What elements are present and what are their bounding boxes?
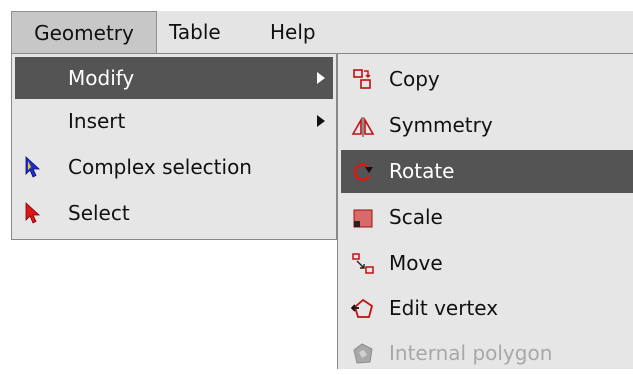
submenu-item-scale-label: Scale [389, 205, 443, 229]
submenu-item-rotate-label: Rotate [389, 159, 455, 183]
submenu-item-edit-vertex-label: Edit vertex [389, 296, 499, 320]
menu-item-complex-selection-label: Complex selection [68, 155, 252, 179]
menu-item-insert-label: Insert [68, 109, 126, 133]
menu-item-modify-label: Modify [68, 66, 135, 90]
submenu-arrow-icon [317, 115, 325, 127]
menu-table[interactable]: Table [169, 11, 259, 53]
geometry-dropdown: Modify Insert Complex selection Select [11, 53, 337, 240]
menu-help[interactable]: Help [270, 11, 330, 53]
menu-table-label: Table [169, 20, 221, 44]
menu-geometry[interactable]: Geometry [11, 11, 157, 53]
submenu-item-edit-vertex[interactable]: Edit vertex [341, 287, 633, 330]
menu-item-select[interactable]: Select [15, 192, 333, 234]
red-cursor-icon [25, 202, 41, 224]
copy-icon [353, 69, 371, 89]
internal-polygon-icon [353, 343, 373, 364]
submenu-arrow-icon [317, 72, 325, 84]
menu-item-select-label: Select [68, 201, 130, 225]
submenu-item-scale[interactable]: Scale [341, 196, 633, 239]
menu-geometry-label: Geometry [34, 20, 134, 45]
submenu-item-rotate[interactable]: Rotate [341, 150, 633, 193]
menu-bar: Geometry Table Help [11, 11, 633, 53]
submenu-item-copy[interactable]: Copy [341, 58, 633, 101]
blue-yellow-cursor-icon [25, 156, 41, 178]
menu-item-insert[interactable]: Insert [15, 100, 333, 142]
menu-item-modify[interactable]: Modify [15, 57, 333, 99]
submenu-item-symmetry-label: Symmetry [389, 113, 493, 137]
edit-vertex-icon [351, 298, 374, 318]
submenu-item-move-label: Move [389, 251, 443, 275]
scale-icon [353, 209, 373, 228]
submenu-item-copy-label: Copy [389, 67, 440, 91]
submenu-item-symmetry[interactable]: Symmetry [341, 104, 633, 147]
menu-item-complex-selection[interactable]: Complex selection [15, 146, 333, 188]
move-icon [352, 253, 374, 274]
rotate-icon [353, 163, 373, 181]
symmetry-icon [351, 116, 375, 137]
submenu-item-move[interactable]: Move [341, 242, 633, 285]
modify-submenu: Copy Symmetry Rotate Scale Move Edit ver… [337, 53, 633, 369]
menu-help-label: Help [270, 20, 316, 44]
